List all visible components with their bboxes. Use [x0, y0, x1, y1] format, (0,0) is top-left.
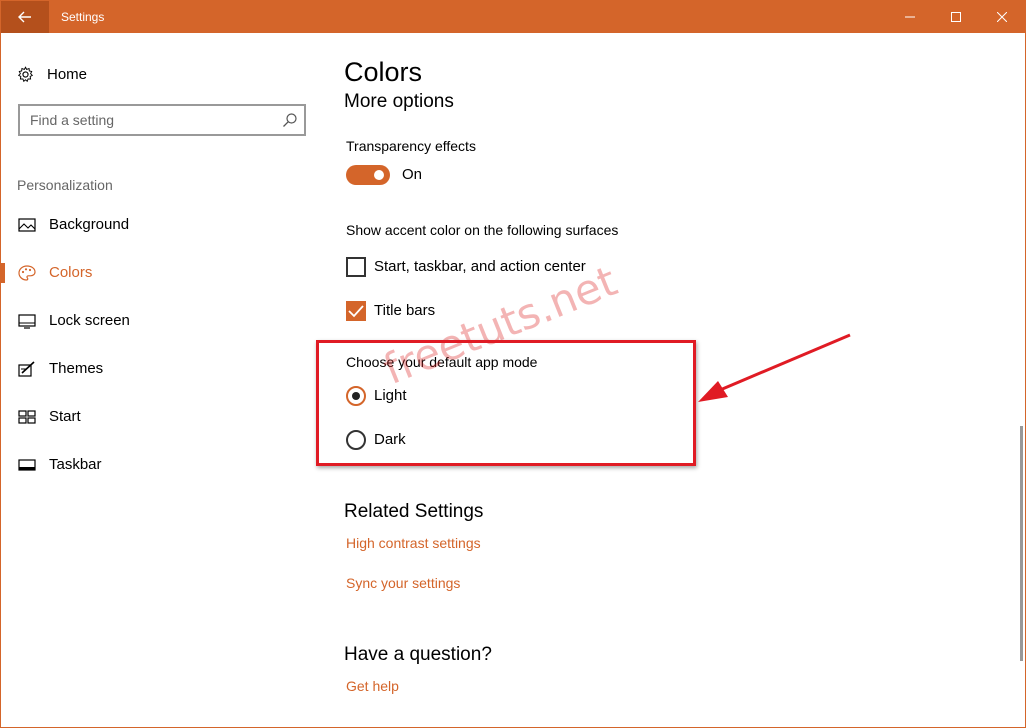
toggle-knob — [374, 170, 384, 180]
transparency-label: Transparency effects — [346, 138, 476, 154]
gear-icon — [17, 65, 34, 82]
maximize-button[interactable] — [933, 1, 979, 33]
lock-screen-icon — [18, 314, 36, 329]
close-icon — [997, 12, 1007, 22]
minimize-button[interactable] — [887, 1, 933, 33]
back-arrow-icon — [18, 11, 31, 23]
start-taskbar-label: Start, taskbar, and action center — [374, 258, 586, 275]
highlight-box — [316, 340, 696, 466]
red-arrow-icon — [698, 333, 851, 402]
themes-icon — [18, 361, 35, 377]
sidebar-item-label: Taskbar — [49, 456, 102, 473]
sidebar-item-label: Lock screen — [49, 312, 130, 329]
more-options-heading: More options — [344, 91, 454, 112]
sidebar-item-start[interactable]: Start — [1, 397, 321, 437]
transparency-toggle[interactable] — [346, 165, 390, 185]
title-bars-checkbox[interactable] — [346, 301, 366, 321]
get-help-link[interactable]: Get help — [346, 678, 399, 694]
sidebar-item-home[interactable]: Home — [17, 63, 87, 85]
start-icon — [18, 410, 36, 424]
minimize-icon — [905, 16, 915, 18]
picture-icon — [18, 218, 36, 232]
sidebar-item-background[interactable]: Background — [1, 205, 321, 245]
sync-settings-link[interactable]: Sync your settings — [346, 575, 460, 591]
search-icon[interactable] — [282, 112, 298, 128]
accent-surfaces-label: Show accent color on the following surfa… — [346, 222, 619, 238]
sidebar-item-label: Start — [49, 408, 81, 425]
taskbar-icon — [18, 459, 36, 471]
page-title: Colors — [344, 57, 423, 87]
search-box[interactable] — [18, 104, 306, 136]
start-taskbar-checkbox[interactable] — [346, 257, 366, 277]
title-bar: Settings — [1, 1, 1025, 33]
home-label: Home — [47, 65, 88, 83]
section-header-personalization: Personalization — [17, 177, 113, 193]
sidebar-item-label: Background — [49, 216, 130, 233]
scrollbar[interactable] — [1020, 426, 1023, 661]
sidebar-item-colors[interactable]: Colors — [1, 253, 321, 293]
have-question-heading: Have a question? — [344, 644, 492, 665]
search-input[interactable] — [30, 111, 270, 129]
window-title: Settings — [61, 10, 105, 24]
sidebar-item-label: Colors — [49, 264, 93, 281]
sidebar-item-lock-screen[interactable]: Lock screen — [1, 301, 321, 341]
palette-icon — [18, 265, 36, 281]
related-settings-heading: Related Settings — [344, 501, 484, 522]
sidebar: Home Personalization Background — [1, 33, 321, 727]
sidebar-item-taskbar[interactable]: Taskbar — [1, 445, 321, 485]
title-bars-label: Title bars — [374, 302, 436, 319]
high-contrast-link[interactable]: High contrast settings — [346, 535, 481, 551]
sidebar-item-themes[interactable]: Themes — [1, 349, 321, 389]
transparency-state: On — [402, 166, 423, 183]
close-button[interactable] — [979, 1, 1025, 33]
maximize-icon — [951, 12, 961, 22]
sidebar-item-label: Themes — [49, 360, 104, 377]
back-button[interactable] — [1, 1, 49, 33]
checkmark-icon — [348, 305, 364, 318]
